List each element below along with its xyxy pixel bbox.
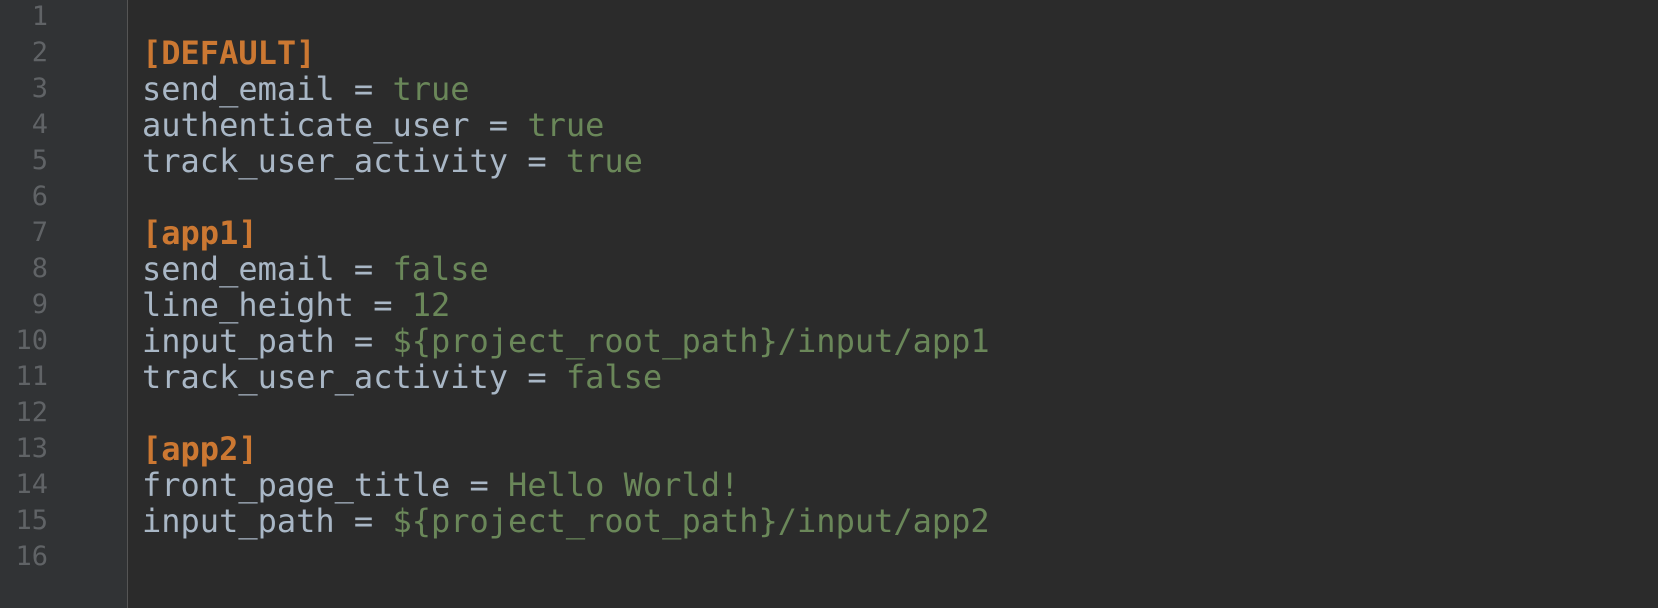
config-key: send_email [142,70,335,108]
section-header: [app1] [142,214,258,252]
equals-operator: = [508,142,566,180]
equals-operator: = [334,70,393,108]
line-number: 3 [31,73,48,104]
line-content[interactable]: input_path = ${project_root_path}/input/… [142,502,990,540]
line-number: 7 [31,217,48,248]
code-line[interactable]: 4 authenticate_user = true [0,106,1658,144]
code-line[interactable]: 12 [0,394,1658,432]
line-content[interactable]: line_height = 12 [142,286,450,324]
code-line[interactable]: 9 line_height = 12 [0,286,1658,324]
line-content[interactable]: track_user_activity = true [142,142,643,180]
config-key: line_height [142,286,354,324]
config-value: true [527,106,605,144]
equals-operator: = [334,250,393,288]
line-number: 9 [31,289,48,320]
code-line[interactable]: 7 [app1] [0,214,1658,252]
config-value: false [565,358,663,396]
equals-operator: = [469,106,528,144]
line-number: 1 [31,1,48,32]
code-line[interactable]: 10 input_path = ${project_root_path}/inpu… [0,322,1658,360]
line-number: 4 [31,109,48,140]
config-value: true [392,70,470,108]
code-line[interactable]: 14 front_page_title = Hello World! [0,466,1658,504]
line-content[interactable]: [app2] [142,430,258,468]
code-line[interactable]: 3 send_email = true [0,70,1658,108]
code-line[interactable]: 5 track_user_activity = true [0,142,1658,180]
line-content[interactable]: track_user_activity = false [142,358,662,396]
config-value: 12 [411,286,451,324]
config-key: send_email [142,250,335,288]
code-line[interactable]: 11 track_user_activity = false [0,358,1658,396]
code-editor[interactable]: 1 2 [DEFAULT] 3 send_email = true 4 authentica… [0,0,1658,608]
config-key: front_page_title [142,466,451,504]
equals-operator: = [450,466,509,504]
line-number: 6 [31,181,48,212]
config-value: ${project_root_path}/input/app1 [392,322,990,360]
code-line[interactable]: 13 [app2] [0,430,1658,468]
line-number: 2 [31,37,48,68]
config-value: false [392,250,489,288]
line-number: 16 [15,541,48,572]
config-key: authenticate_user [142,106,470,144]
line-number: 15 [15,505,48,536]
config-value: ${project_root_path}/input/app2 [392,502,990,540]
section-header: [DEFAULT] [142,34,316,72]
config-key: input_path [142,502,335,540]
equals-operator: = [508,358,566,396]
line-number: 11 [15,361,48,392]
equals-operator: = [334,502,393,540]
config-key: track_user_activity [142,358,509,396]
line-number: 13 [15,433,48,464]
config-key: track_user_activity [142,142,509,180]
line-number: 14 [15,469,48,500]
line-number: 8 [31,253,48,284]
equals-operator: = [334,322,393,360]
code-line[interactable]: 16 [0,538,1658,576]
config-value: Hello World! [508,466,740,504]
code-line[interactable]: 2 [DEFAULT] [0,34,1658,72]
line-content[interactable]: send_email = false [142,250,489,288]
equals-operator: = [353,286,412,324]
code-line[interactable]: 6 [0,178,1658,216]
line-content[interactable]: input_path = ${project_root_path}/input/… [142,322,990,360]
line-content[interactable]: front_page_title = Hello World! [142,466,739,504]
code-line[interactable]: 8 send_email = false [0,250,1658,288]
line-content[interactable]: [app1] [142,214,258,252]
line-content[interactable]: [DEFAULT] [142,34,315,72]
line-content[interactable]: authenticate_user = true [142,106,604,144]
line-content[interactable]: send_email = true [142,70,470,108]
line-number: 10 [15,325,48,356]
section-header: [app2] [142,430,258,468]
line-number: 5 [31,145,48,176]
code-line[interactable]: 1 [0,0,1658,36]
config-key: input_path [142,322,335,360]
config-value: true [565,142,643,180]
line-number: 12 [15,397,48,428]
code-line[interactable]: 15 input_path = ${project_root_path}/inpu… [0,502,1658,540]
